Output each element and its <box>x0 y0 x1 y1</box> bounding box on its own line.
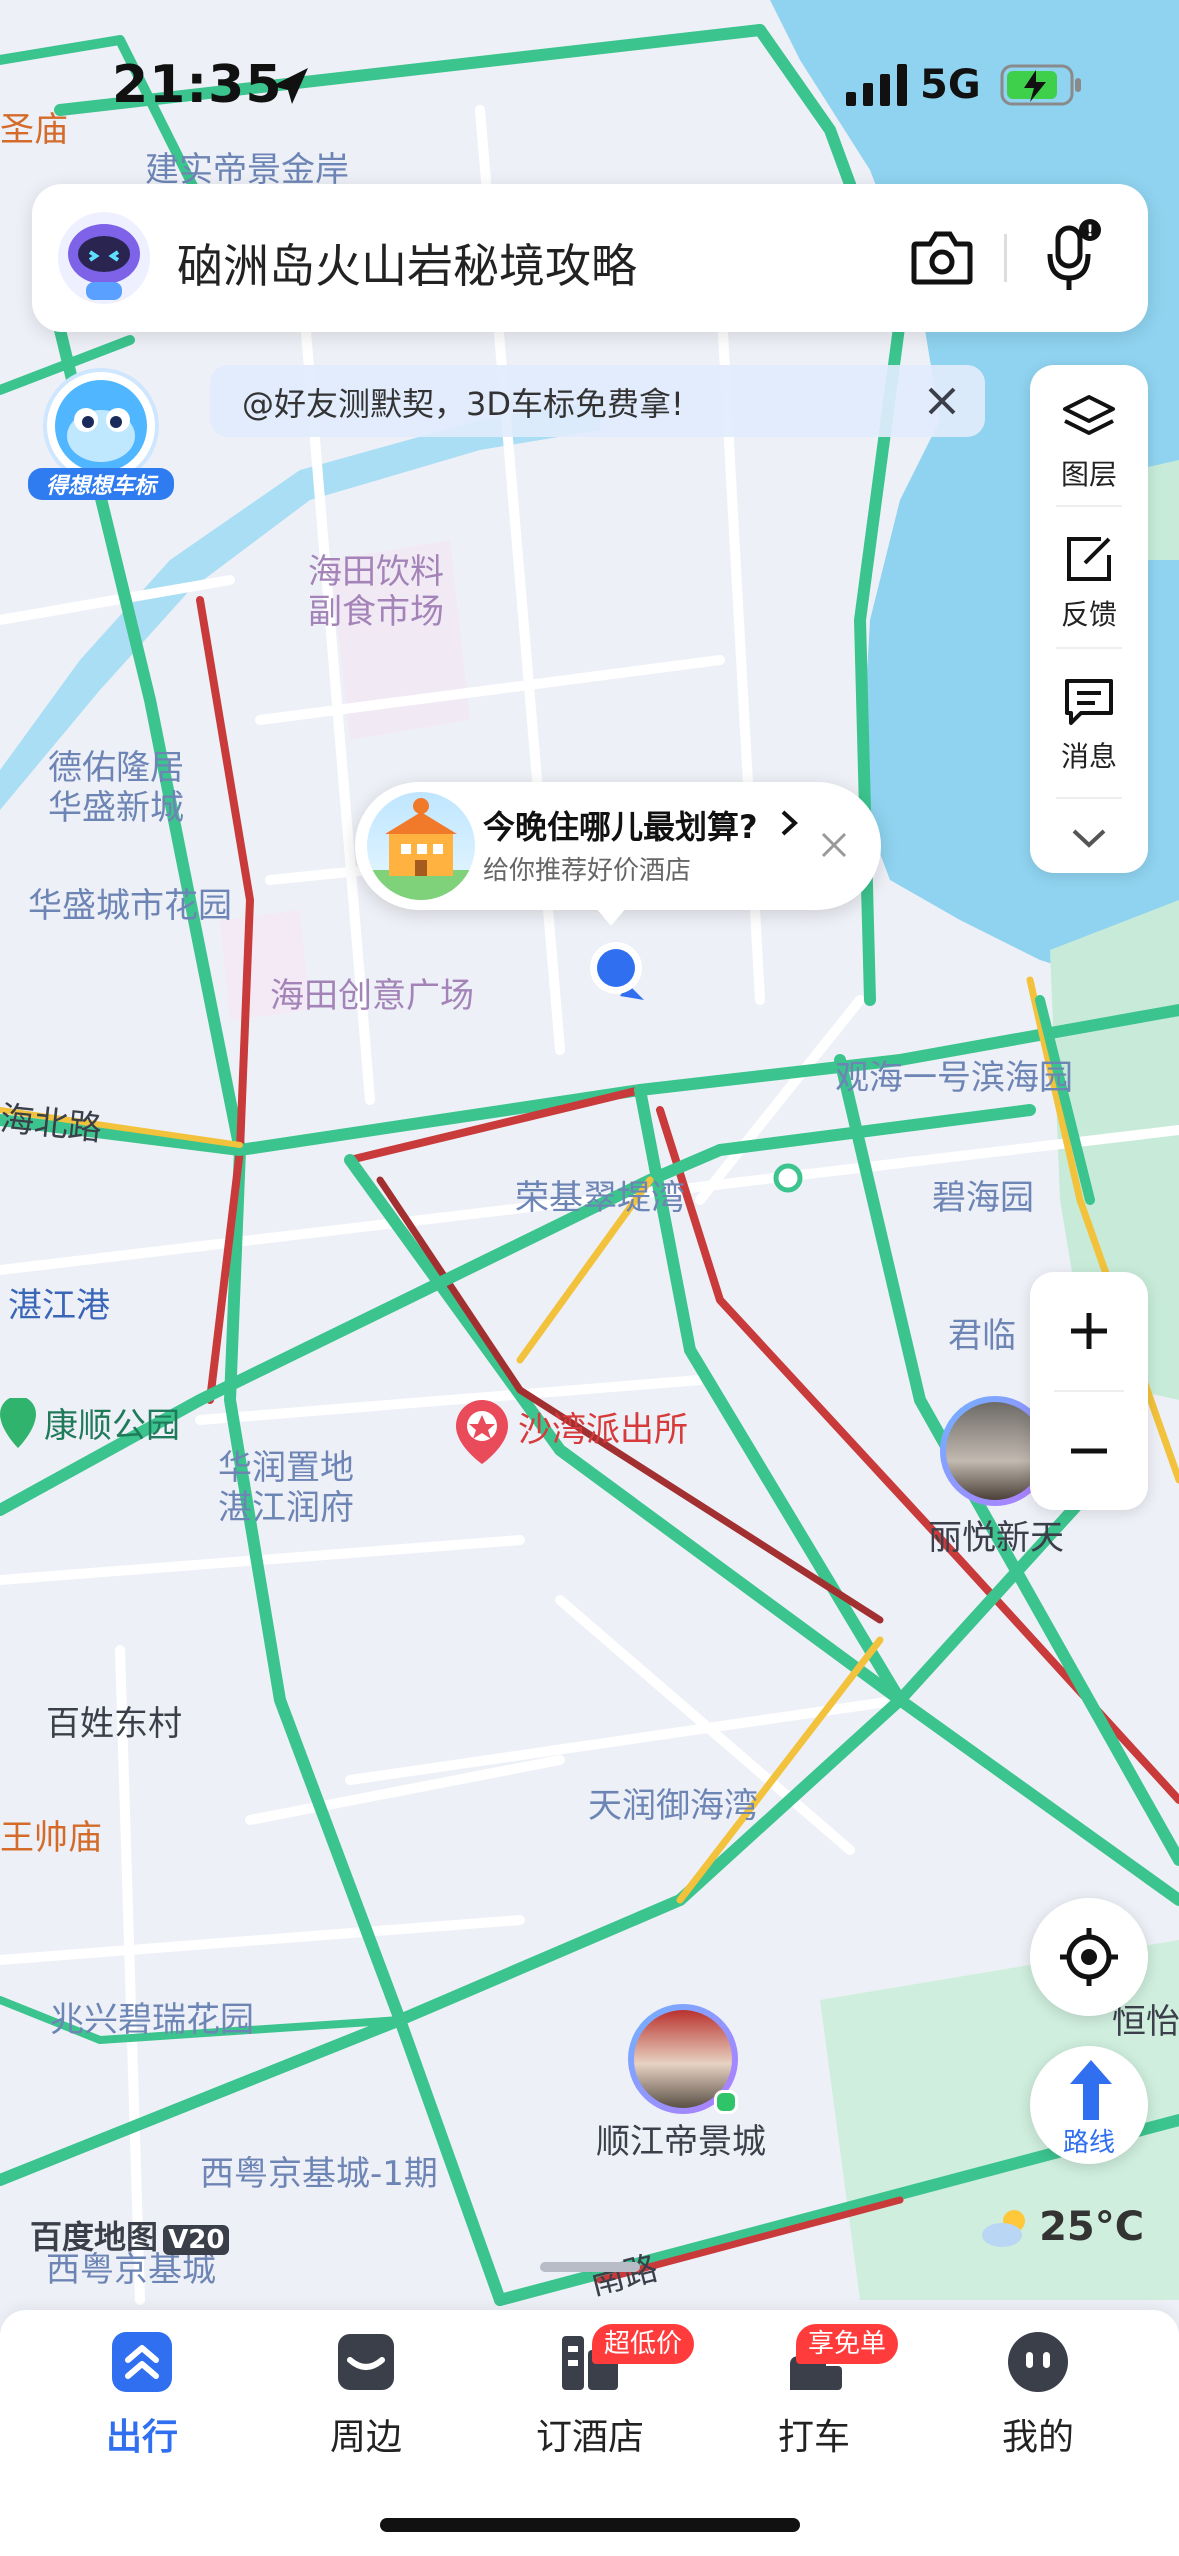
map-label-bihai[interactable]: 碧海园 <box>932 1178 1034 1218</box>
side-divider <box>1056 647 1122 649</box>
sheet-handle[interactable] <box>540 2262 640 2272</box>
svg-text:!: ! <box>1086 221 1093 240</box>
map-label-deyou[interactable]: 德佑隆居 华盛新城 <box>48 748 184 828</box>
hotel-popup-subtitle: 给你推荐好价酒店 <box>483 856 692 886</box>
map-label-tianrun[interactable]: 天润御海湾 <box>588 1786 758 1826</box>
microphone-icon[interactable]: ! <box>1044 218 1104 298</box>
weather-widget[interactable]: 25°C <box>978 2204 1144 2250</box>
popup-pointer <box>596 908 626 926</box>
poi-photo-shunjiang[interactable] <box>628 2004 738 2114</box>
nearby-icon <box>338 2334 394 2390</box>
close-icon[interactable] <box>926 385 958 417</box>
search-bar[interactable]: 硇洲岛火山岩秘境攻略 ! <box>32 184 1148 332</box>
route-button[interactable]: 路线 <box>1030 2046 1148 2164</box>
camera-icon[interactable] <box>910 228 974 288</box>
chevron-right-icon <box>781 810 798 836</box>
battery-icon <box>1000 64 1081 106</box>
map-label-kangshun-park[interactable]: 康顺公园 <box>44 1406 180 1446</box>
map-label-wangshuai[interactable]: 王帅庙 <box>0 1818 102 1858</box>
assistant-avatar-icon[interactable] <box>56 210 152 306</box>
taxi-badge: 享免单 <box>796 2324 899 2364</box>
map-label-liyue[interactable]: 丽悦新天 <box>928 1518 1064 1558</box>
close-icon[interactable] <box>819 830 849 860</box>
map-label-baixing[interactable]: 百姓东村 <box>46 1704 182 1744</box>
partly-cloudy-icon <box>982 2210 1025 2247</box>
hotel-badge: 超低价 <box>592 2324 695 2364</box>
tab-taxi[interactable]: 打车 享免单 <box>734 2324 899 2460</box>
status-time: 21:35 <box>112 55 283 115</box>
messages-button[interactable]: 消息 <box>1030 675 1148 775</box>
crosshair-icon <box>1060 1928 1118 1986</box>
location-arrow-icon <box>272 68 308 104</box>
chevron-down-icon[interactable] <box>1070 825 1108 849</box>
police-pin-icon <box>456 1400 508 1464</box>
mascot-widget[interactable]: 得想想车标 <box>28 362 174 512</box>
side-tool-panel: 图层 反馈 消息 <box>1030 365 1148 873</box>
map-label-hengyi[interactable]: 恒怡 <box>1112 2002 1179 2042</box>
map-label-huarun[interactable]: 华润置地 湛江润府 <box>218 1448 354 1528</box>
hotel-illustration-icon <box>367 792 475 900</box>
mascot-icon <box>43 368 159 484</box>
layers-button[interactable]: 图层 <box>1030 393 1148 493</box>
message-icon <box>1065 679 1113 725</box>
search-divider <box>1004 234 1007 282</box>
home-indicator <box>380 2518 800 2532</box>
map-label-police-station[interactable]: 沙湾派出所 <box>518 1410 688 1450</box>
tab-hotel[interactable]: 订酒店 超低价 <box>510 2324 695 2460</box>
hotel-popup[interactable]: 今晚住哪儿最划算? 给你推荐好价酒店 <box>355 782 881 910</box>
route-label: 路线 <box>1062 2128 1115 2158</box>
mascot-label: 得想想车标 <box>28 468 174 500</box>
user-location-icon[interactable] <box>584 936 648 1006</box>
map-label-zhaoxing[interactable]: 兆兴碧瑞花园 <box>50 2000 254 2040</box>
profile-icon <box>1008 2332 1068 2392</box>
travel-icon <box>112 2332 172 2392</box>
map-label-shengmiao[interactable]: 圣庙 <box>0 110 68 150</box>
map-label-huasheng-garden[interactable]: 华盛城市花园 <box>28 886 232 926</box>
promo-banner[interactable]: @好友测默契，3D车标免费拿! <box>210 365 985 437</box>
minus-icon <box>1071 1448 1107 1454</box>
map-label-xiyue-1[interactable]: 西粤京基城-1期 <box>200 2154 438 2194</box>
zoom-in-button[interactable] <box>1030 1272 1148 1390</box>
park-pin-icon <box>0 1396 36 1448</box>
status-bar: 21:35 5G <box>0 0 1179 170</box>
side-divider <box>1056 797 1122 799</box>
layers-icon <box>1063 395 1115 435</box>
map-label-shunjiang[interactable]: 顺江帝景城 <box>596 2122 766 2162</box>
map-label-rongji[interactable]: 荣基翠堤湾 <box>515 1178 685 1218</box>
plus-icon <box>1071 1313 1107 1349</box>
locate-button[interactable] <box>1030 1898 1148 2016</box>
edit-icon <box>1067 537 1111 581</box>
hotel-popup-title: 今晚住哪儿最划算? <box>483 808 758 846</box>
map-label-zhanjiang-port[interactable]: 湛江港 <box>8 1286 110 1326</box>
tab-travel[interactable]: 出行 <box>62 2330 222 2460</box>
map-label-haitian-market[interactable]: 海田饮料 副食市场 <box>308 552 444 632</box>
route-arrow-icon <box>1070 2060 1112 2120</box>
map-label-guanhai[interactable]: 观海一号滨海园 <box>835 1058 1073 1098</box>
map-label-junlin[interactable]: 君临 <box>948 1316 1016 1356</box>
search-input[interactable]: 硇洲岛火山岩秘境攻略 <box>177 230 637 296</box>
tab-nearby[interactable]: 周边 <box>286 2330 446 2460</box>
network-type: 5G <box>920 62 981 108</box>
zoom-out-button[interactable] <box>1030 1392 1148 1510</box>
zoom-controls <box>1030 1272 1148 1510</box>
signal-icon <box>846 64 907 106</box>
map-logo: 百度地图 V20 <box>30 2212 230 2258</box>
promo-banner-text: @好友测默契，3D车标免费拿! <box>242 385 684 423</box>
side-divider <box>1056 505 1122 507</box>
feedback-button[interactable]: 反馈 <box>1030 533 1148 633</box>
map-label-haitian-plaza[interactable]: 海田创意广场 <box>270 976 474 1016</box>
tab-profile[interactable]: 我的 <box>958 2330 1118 2460</box>
